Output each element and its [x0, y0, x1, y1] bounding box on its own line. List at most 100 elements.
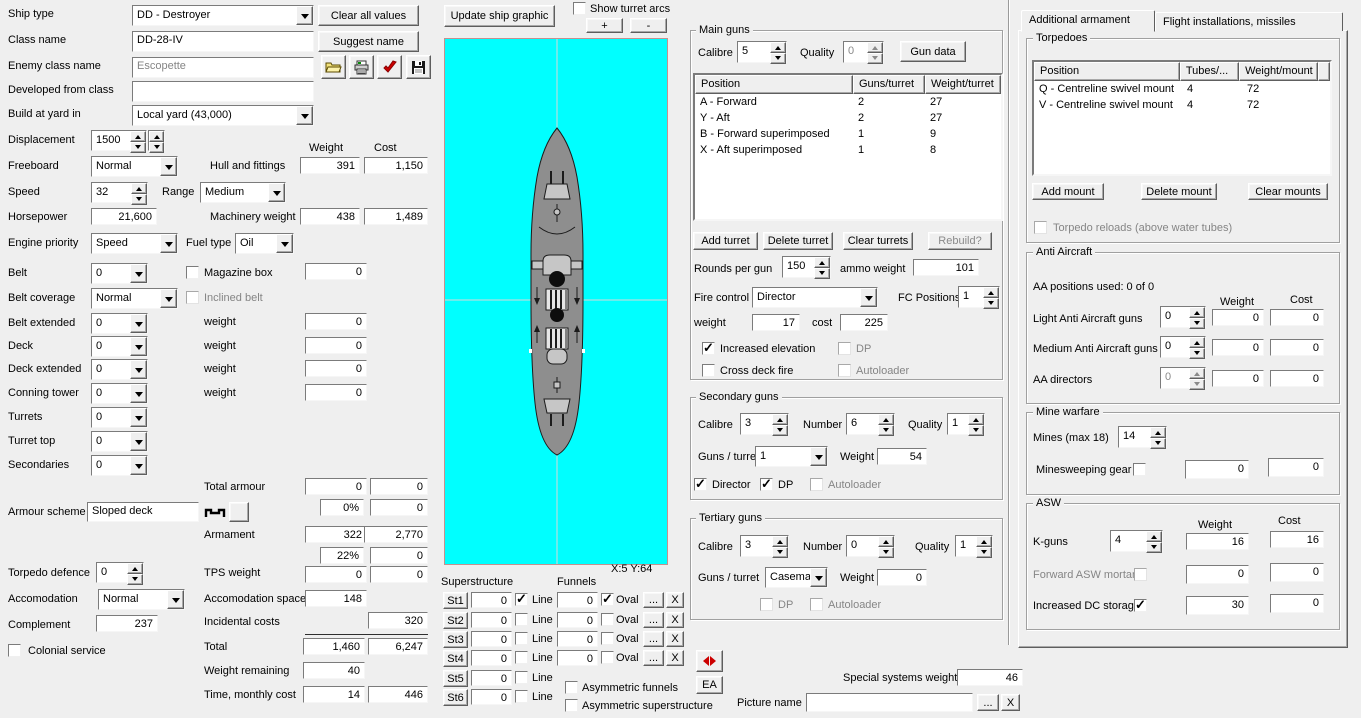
superstructure-st1-button[interactable]: St1: [443, 592, 468, 609]
superstructure-st6-line-checkbox[interactable]: [515, 690, 528, 703]
save-button[interactable]: [406, 55, 431, 79]
fuel-type-select[interactable]: Oil: [235, 233, 294, 254]
spinner-arrows-icon[interactable]: [867, 42, 883, 64]
chevron-down-icon[interactable]: [130, 337, 147, 356]
build-yard-select[interactable]: Local yard (43,000): [132, 105, 314, 126]
chevron-down-icon[interactable]: [130, 264, 147, 283]
spinner-arrows-icon[interactable]: [770, 42, 786, 64]
table-row[interactable]: Q - Centreline swivel mount 4 72: [1034, 81, 1330, 97]
picture-name-input[interactable]: [806, 693, 973, 712]
funnel-1-oval-checkbox[interactable]: [601, 591, 614, 607]
picture-browse-button[interactable]: ...: [977, 694, 999, 711]
funnel-2-oval-checkbox[interactable]: [601, 613, 614, 626]
chevron-down-icon[interactable]: [130, 432, 147, 451]
open-file-button[interactable]: [321, 55, 346, 79]
secondary-number-spinner[interactable]: 6: [846, 413, 895, 436]
tab-additional-armament[interactable]: Additional armament: [1021, 10, 1155, 32]
funnel-3-browse-button[interactable]: ...: [643, 631, 664, 647]
minesweeping-gear-checkbox[interactable]: [1133, 463, 1146, 476]
spinner-arrows-icon[interactable]: [983, 287, 999, 309]
conning-tower-select[interactable]: 0: [91, 383, 148, 404]
chevron-down-icon[interactable]: [160, 157, 177, 176]
print-button[interactable]: [349, 55, 374, 79]
chevron-down-icon[interactable]: [810, 447, 827, 466]
chevron-down-icon[interactable]: [160, 234, 177, 253]
suggest-name-button[interactable]: Suggest name: [318, 31, 419, 52]
cross-deck-fire-checkbox[interactable]: [702, 364, 715, 377]
belt-coverage-select[interactable]: Normal: [91, 288, 178, 309]
spinner-arrows-icon[interactable]: [1189, 307, 1205, 329]
table-row[interactable]: Y - Aft 2 27: [695, 110, 1001, 126]
clear-all-values-button[interactable]: Clear all values: [318, 5, 419, 26]
ship-type-select[interactable]: DD - Destroyer: [132, 5, 314, 26]
range-select[interactable]: Medium: [200, 182, 286, 203]
colonial-service-checkbox[interactable]: [8, 644, 21, 657]
spinner-arrows-icon[interactable]: [131, 183, 147, 205]
asymmetric-funnels-checkbox[interactable]: [565, 681, 578, 694]
chevron-down-icon[interactable]: [296, 6, 313, 25]
clear-turrets-button[interactable]: Clear turrets: [843, 232, 913, 250]
table-row[interactable]: A - Forward 2 27: [695, 94, 1001, 110]
spinner-arrows-icon[interactable]: [1150, 427, 1166, 449]
secondary-guns-turret-select[interactable]: 1: [755, 446, 828, 467]
tertiary-guns-turret-select[interactable]: Casemate:: [765, 567, 828, 588]
funnel-4-oval-checkbox[interactable]: [601, 651, 614, 664]
chevron-down-icon[interactable]: [130, 314, 147, 333]
main-guns-table-header[interactable]: Position Guns/turret Weight/turret: [695, 75, 1001, 94]
superstructure-st4-line-checkbox[interactable]: [515, 651, 528, 664]
spinner-arrows-icon[interactable]: [1146, 531, 1162, 553]
add-mount-button[interactable]: Add mount: [1032, 183, 1104, 200]
tertiary-calibre-spinner[interactable]: 3: [740, 535, 789, 558]
superstructure-st4-button[interactable]: St4: [443, 650, 468, 667]
superstructure-st3-line-checkbox[interactable]: [515, 632, 528, 645]
superstructure-st6-button[interactable]: St6: [443, 689, 468, 706]
secondary-quality-spinner[interactable]: 1: [947, 413, 985, 436]
belt-select[interactable]: 0: [91, 263, 148, 284]
displacement-spinner[interactable]: 1500: [91, 130, 147, 153]
funnel-2-browse-button[interactable]: ...: [643, 612, 664, 628]
chevron-down-icon[interactable]: [268, 183, 285, 202]
light-aa-spinner[interactable]: 0: [1160, 306, 1206, 329]
chevron-down-icon[interactable]: [160, 289, 177, 308]
add-turret-button[interactable]: Add turret: [693, 232, 758, 250]
mirror-ship-button[interactable]: [696, 650, 723, 672]
main-quality-spinner[interactable]: 0: [843, 41, 884, 64]
k-guns-spinner[interactable]: 4: [1110, 530, 1163, 553]
column-header-weight-turret[interactable]: Weight/turret: [925, 75, 1001, 94]
superstructure-st1-line-checkbox[interactable]: [515, 591, 528, 607]
spinner-arrows-icon[interactable]: [814, 257, 830, 279]
column-header-tubes[interactable]: Tubes/...: [1179, 62, 1240, 81]
table-row[interactable]: V - Centreline swivel mount 4 72: [1034, 97, 1330, 113]
zoom-out-button[interactable]: -: [630, 18, 667, 33]
column-header-position[interactable]: Position: [695, 75, 853, 94]
accomodation-select[interactable]: Normal: [98, 589, 185, 610]
superstructure-st2-line-checkbox[interactable]: [515, 613, 528, 626]
funnel-4-browse-button[interactable]: ...: [643, 650, 664, 666]
spinner-arrows-icon[interactable]: [130, 131, 146, 153]
freeboard-select[interactable]: Normal: [91, 156, 178, 177]
funnel-2-delete-button[interactable]: X: [666, 612, 684, 628]
displacement-fine-spinner[interactable]: [148, 130, 165, 153]
fc-positions-spinner[interactable]: 1: [958, 286, 1000, 309]
delete-turret-button[interactable]: Delete turret: [763, 232, 833, 250]
column-header-weight-mount[interactable]: Weight/mount: [1239, 62, 1318, 81]
fire-control-select[interactable]: Director: [752, 287, 878, 308]
column-header-guns-turret[interactable]: Guns/turret: [853, 75, 925, 94]
superstructure-st2-button[interactable]: St2: [443, 612, 468, 629]
chevron-down-icon[interactable]: [130, 384, 147, 403]
spinner-arrows-icon[interactable]: [127, 563, 143, 585]
increased-dc-storage-checkbox[interactable]: [1134, 597, 1147, 613]
deck-extended-select[interactable]: 0: [91, 359, 148, 380]
deck-select[interactable]: 0: [91, 336, 148, 357]
gun-data-button[interactable]: Gun data: [900, 41, 966, 62]
funnel-1-browse-button[interactable]: ...: [643, 592, 664, 608]
medium-aa-spinner[interactable]: 0: [1160, 336, 1206, 359]
delete-mount-button[interactable]: Delete mount: [1141, 183, 1217, 200]
spinner-arrows-icon[interactable]: [968, 414, 984, 436]
spinner-arrows-icon[interactable]: [149, 131, 164, 153]
spinner-arrows-icon[interactable]: [772, 414, 788, 436]
spinner-arrows-icon[interactable]: [772, 536, 788, 558]
funnel-3-oval-checkbox[interactable]: [601, 632, 614, 645]
spinner-arrows-icon[interactable]: [878, 414, 894, 436]
funnel-4-delete-button[interactable]: X: [666, 650, 684, 666]
